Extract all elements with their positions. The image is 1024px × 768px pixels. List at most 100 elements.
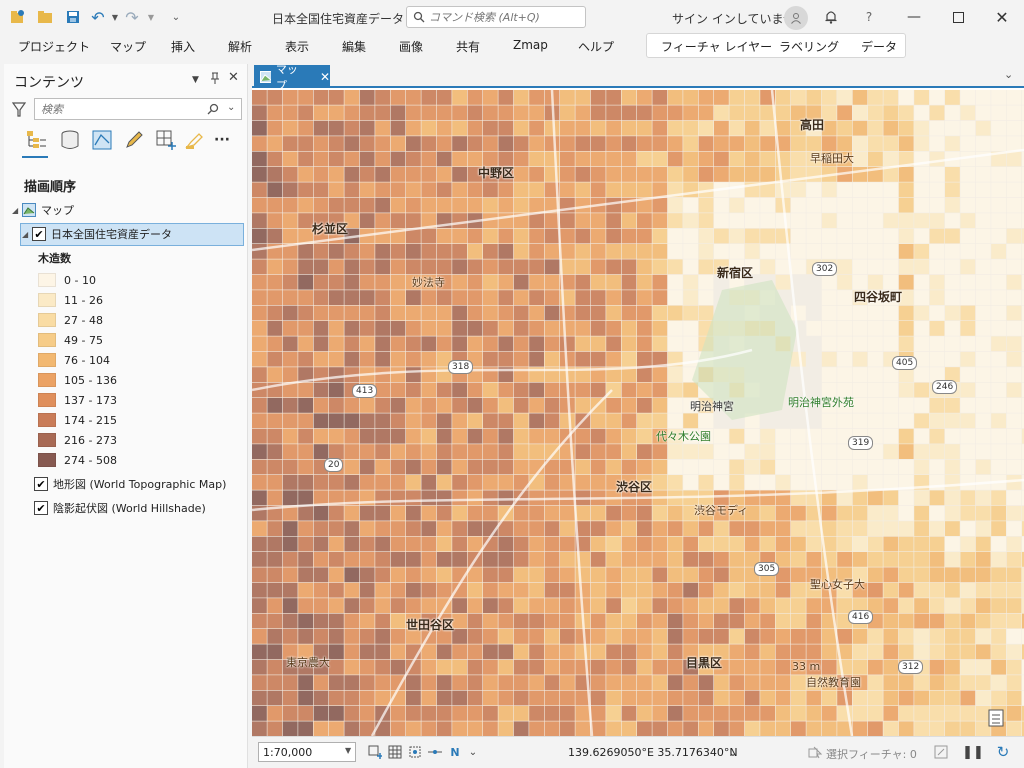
grid-cell[interactable] <box>898 259 914 275</box>
grid-cell[interactable] <box>806 629 822 644</box>
grid-cell[interactable] <box>883 167 899 182</box>
grid-cell[interactable] <box>267 213 283 228</box>
grid-cell[interactable] <box>606 413 621 429</box>
grid-cell[interactable] <box>852 413 868 429</box>
grid-cell[interactable] <box>960 459 976 475</box>
grid-cell[interactable] <box>667 444 683 459</box>
grid-cell[interactable] <box>267 459 283 475</box>
grid-cell[interactable] <box>868 398 883 413</box>
grid-cell[interactable] <box>498 567 514 583</box>
grid-cell[interactable] <box>945 90 960 105</box>
grid-cell[interactable] <box>498 398 514 413</box>
grid-cell[interactable] <box>359 552 375 567</box>
grid-cell[interactable] <box>744 444 760 459</box>
grid-cell[interactable] <box>914 675 929 690</box>
grid-cell[interactable] <box>806 321 822 336</box>
grid-cell[interactable] <box>621 167 637 182</box>
grid-cell[interactable] <box>729 613 745 629</box>
grid-cell[interactable] <box>929 521 945 536</box>
grid-cell[interactable] <box>929 613 945 629</box>
grid-cell[interactable] <box>1006 644 1022 660</box>
grid-cell[interactable] <box>821 136 837 151</box>
grid-cell[interactable] <box>698 567 714 583</box>
grid-cell[interactable] <box>359 90 375 105</box>
grid-cell[interactable] <box>683 336 698 352</box>
grid-cell[interactable] <box>421 444 437 459</box>
grid-cell[interactable] <box>1006 413 1022 429</box>
grid-cell[interactable] <box>406 505 421 521</box>
list-by-editing-icon[interactable] <box>90 128 114 152</box>
grid-cell[interactable] <box>667 521 683 536</box>
grid-cell[interactable] <box>529 274 544 290</box>
grid-cell[interactable] <box>313 182 329 198</box>
grid-cell[interactable] <box>960 213 976 228</box>
grid-cell[interactable] <box>683 475 698 490</box>
grid-cell[interactable] <box>898 567 914 583</box>
grid-cell[interactable] <box>606 706 621 721</box>
grid-cell[interactable] <box>637 567 652 583</box>
grid-cell[interactable] <box>359 475 375 490</box>
grid-cell[interactable] <box>529 552 544 567</box>
grid-cell[interactable] <box>560 721 575 736</box>
grid-cell[interactable] <box>852 552 868 567</box>
grid-cell[interactable] <box>621 398 637 413</box>
grid-cell[interactable] <box>744 598 760 613</box>
grid-cell[interactable] <box>406 213 421 228</box>
grid-cell[interactable] <box>252 598 267 613</box>
grid-cell[interactable] <box>344 90 360 105</box>
grid-cell[interactable] <box>544 659 560 675</box>
grid-cell[interactable] <box>898 305 914 321</box>
grid-cell[interactable] <box>313 598 329 613</box>
grid-cell[interactable] <box>744 629 760 644</box>
grid-cell[interactable] <box>606 690 621 706</box>
grid-cell[interactable] <box>883 706 899 721</box>
grid-cell[interactable] <box>1006 290 1022 305</box>
grid-cell[interactable] <box>975 398 991 413</box>
grid-cell[interactable] <box>498 413 514 429</box>
grid-cell[interactable] <box>359 120 375 136</box>
grid-cell[interactable] <box>637 444 652 459</box>
grid-cell[interactable] <box>252 459 267 475</box>
tab-share[interactable]: 共有 <box>456 38 480 55</box>
grid-cell[interactable] <box>406 582 421 598</box>
grid-cell[interactable] <box>621 459 637 475</box>
grid-cell[interactable] <box>929 182 945 198</box>
grid-cell[interactable] <box>975 644 991 660</box>
grid-cell[interactable] <box>868 367 883 382</box>
grid-cell[interactable] <box>498 659 514 675</box>
grid-cell[interactable] <box>329 336 344 352</box>
grid-cell[interactable] <box>852 120 868 136</box>
grid-cell[interactable] <box>929 721 945 736</box>
grid-cell[interactable] <box>529 428 544 444</box>
grid-cell[interactable] <box>375 552 390 567</box>
grid-cell[interactable] <box>975 290 991 305</box>
grid-cell[interactable] <box>498 675 514 690</box>
grid-cell[interactable] <box>483 136 498 151</box>
grid-cell[interactable] <box>637 505 652 521</box>
grid-cell[interactable] <box>452 598 467 613</box>
grid-cell[interactable] <box>883 428 899 444</box>
grid-cell[interactable] <box>868 244 883 259</box>
grid-cell[interactable] <box>868 259 883 275</box>
grid-cell[interactable] <box>529 675 544 690</box>
grid-cell[interactable] <box>621 659 637 675</box>
tree-basemap-topographic[interactable]: ✔ 地形図 (World Topographic Map) <box>34 474 226 494</box>
grid-cell[interactable] <box>375 644 390 660</box>
grid-cell[interactable] <box>945 582 960 598</box>
grid-cell[interactable] <box>529 690 544 706</box>
grid-cell[interactable] <box>637 552 652 567</box>
grid-cell[interactable] <box>513 151 529 167</box>
grid-cell[interactable] <box>298 90 313 105</box>
grid-cell[interactable] <box>852 228 868 244</box>
grid-cell[interactable] <box>452 259 467 275</box>
collapse-layer-icon[interactable]: ◢ <box>22 230 32 239</box>
grid-cell[interactable] <box>513 244 529 259</box>
grid-cell[interactable] <box>714 552 729 567</box>
grid-cell[interactable] <box>868 228 883 244</box>
grid-cell[interactable] <box>560 244 575 259</box>
grid-cell[interactable] <box>483 644 498 660</box>
grid-cell[interactable] <box>560 228 575 244</box>
grid-cell[interactable] <box>806 244 822 259</box>
grid-cell[interactable] <box>883 382 899 398</box>
grid-cell[interactable] <box>729 151 745 167</box>
